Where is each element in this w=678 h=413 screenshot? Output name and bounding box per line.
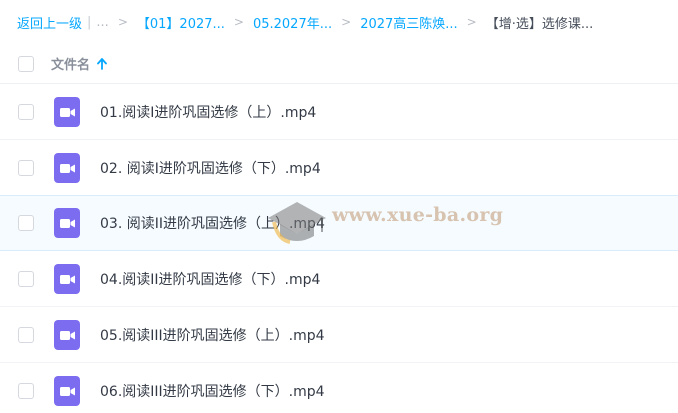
file-row[interactable]: 04.阅读II进阶巩固选修（下）.mp4 (0, 251, 678, 307)
row-checkbox[interactable] (18, 326, 34, 343)
arrow-up-icon[interactable] (97, 57, 107, 70)
row-checkbox[interactable] (18, 270, 34, 287)
file-name[interactable]: 06.阅读III进阶巩固选修（下）.mp4 (100, 381, 325, 401)
file-row[interactable]: 01.阅读I进阶巩固选修（上）.mp4 (0, 84, 678, 140)
file-name[interactable]: 01.阅读I进阶巩固选修（上）.mp4 (100, 102, 316, 122)
file-row[interactable]: 03. 阅读II进阶巩固选修（上）.mp4 (0, 195, 678, 251)
file-row[interactable]: 02. 阅读I进阶巩固选修（下）.mp4 (0, 140, 678, 196)
video-file-icon (54, 263, 80, 294)
video-file-icon (54, 208, 80, 238)
breadcrumb-item[interactable]: 2027高三陈焕... (360, 13, 457, 32)
breadcrumb-ellipsis[interactable]: ... (96, 15, 108, 30)
row-checkbox[interactable] (18, 103, 34, 120)
row-checkbox[interactable] (18, 382, 34, 399)
row-checkbox[interactable] (18, 159, 34, 176)
file-row[interactable]: 05.阅读III进阶巩固选修（上）.mp4 (0, 307, 678, 363)
breadcrumb-separator: > (117, 15, 128, 29)
breadcrumb: 返回上一级 | ... > 【01】2027... > 05.2027年... … (0, 0, 678, 44)
video-file-icon (54, 319, 80, 350)
file-name[interactable]: 03. 阅读II进阶巩固选修（上）.mp4 (100, 213, 325, 233)
breadcrumb-item[interactable]: 【01】2027... (137, 13, 225, 32)
breadcrumb-separator: > (341, 15, 352, 29)
row-checkbox[interactable] (18, 215, 34, 231)
back-link[interactable]: 返回上一级 (17, 13, 82, 32)
file-name[interactable]: 04.阅读II进阶巩固选修（下）.mp4 (100, 269, 320, 289)
select-all-checkbox[interactable] (18, 55, 34, 72)
breadcrumb-item[interactable]: 05.2027年... (253, 13, 332, 32)
breadcrumb-separator: > (466, 15, 477, 29)
video-file-icon (54, 96, 80, 127)
video-file-icon (54, 152, 80, 183)
breadcrumb-current: 【增·选】选修课... (485, 16, 594, 32)
file-name[interactable]: 02. 阅读I进阶巩固选修（下）.mp4 (100, 158, 321, 178)
video-file-icon (54, 375, 80, 406)
file-name[interactable]: 05.阅读III进阶巩固选修（上）.mp4 (100, 325, 325, 345)
file-list-header: 文件名 (0, 44, 678, 84)
column-header-filename[interactable]: 文件名 (51, 54, 90, 73)
breadcrumb-separator: > (233, 15, 244, 29)
breadcrumb-divider: | (87, 14, 92, 30)
file-row[interactable]: 06.阅读III进阶巩固选修（下）.mp4 (0, 363, 678, 413)
